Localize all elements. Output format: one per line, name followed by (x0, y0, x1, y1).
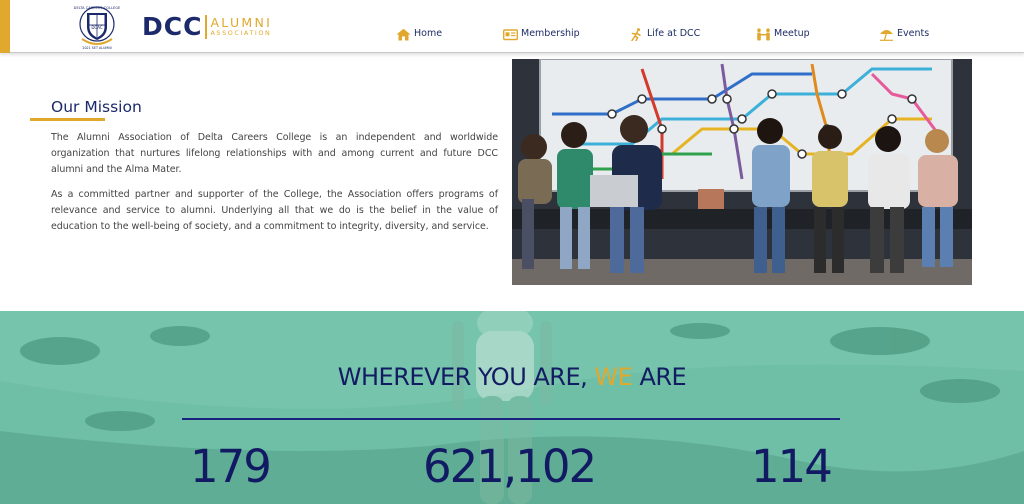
stat-number-2: 621,102 (423, 440, 597, 493)
nav-meetup-label: Meetup (774, 28, 810, 39)
nav-life-at-dcc[interactable]: Life at DCC (629, 26, 700, 42)
people-icon (757, 27, 770, 40)
crest-letters: DCAC (91, 25, 103, 30)
id-card-icon (503, 28, 518, 40)
mission-paragraph-1: The Alumni Association of Delta Careers … (51, 132, 498, 175)
nav-life-at-dcc-label: Life at DCC (647, 28, 701, 39)
students-photo (512, 59, 972, 285)
stat-number-3: 114 (751, 440, 833, 493)
stats-heading-start: WHEREVER YOU ARE, (337, 363, 595, 391)
stat-number-1: 179 (190, 440, 272, 493)
nav-home-label: Home (414, 28, 443, 39)
brand-alumni: ALUMNI (210, 15, 273, 30)
nav-events-label: Events (897, 28, 930, 39)
nav-membership-label: Membership (521, 28, 580, 39)
mission-title-underline (30, 118, 105, 121)
mission-paragraph-2: As a committed partner and supporter of … (51, 189, 498, 232)
stats-heading-end: ARE (632, 363, 687, 391)
stats-heading: WHEREVER YOU ARE, WE ARE (0, 362, 1024, 392)
brand-subtitle: ALUMNI ASSOCIATION (210, 16, 272, 38)
nav-meetup[interactable]: Meetup (756, 26, 810, 42)
site-header: DCAC 2021 SET ALUMNI DELTA CAREERS COLLE… (0, 0, 1024, 53)
crest-footer: 2021 SET ALUMNI (82, 46, 111, 50)
nav-home[interactable]: Home (396, 26, 442, 42)
nav-membership[interactable]: Membership (503, 26, 580, 42)
brand-association: ASSOCIATION (210, 29, 272, 37)
stats-section: WHEREVER YOU ARE, WE ARE 179 621,102 114 (0, 311, 1024, 504)
running-person-icon (631, 27, 641, 41)
stats-heading-highlight: WE (594, 363, 633, 391)
crest-title: DELTA CAREERS COLLEGE (74, 6, 121, 10)
brand-dcc: DCC (142, 12, 203, 41)
stats-divider (182, 418, 840, 420)
college-crest-logo[interactable]: DCAC 2021 SET ALUMNI DELTA CAREERS COLLE… (72, 3, 122, 51)
header-accent-bar (0, 0, 10, 53)
nav-events[interactable]: Events (879, 26, 929, 42)
mission-title: Our Mission (51, 98, 142, 116)
home-icon (396, 28, 411, 40)
brand-divider (205, 15, 208, 39)
beach-umbrella-icon (880, 29, 893, 41)
brand-logo[interactable]: DCC ALUMNI ASSOCIATION (142, 13, 272, 41)
